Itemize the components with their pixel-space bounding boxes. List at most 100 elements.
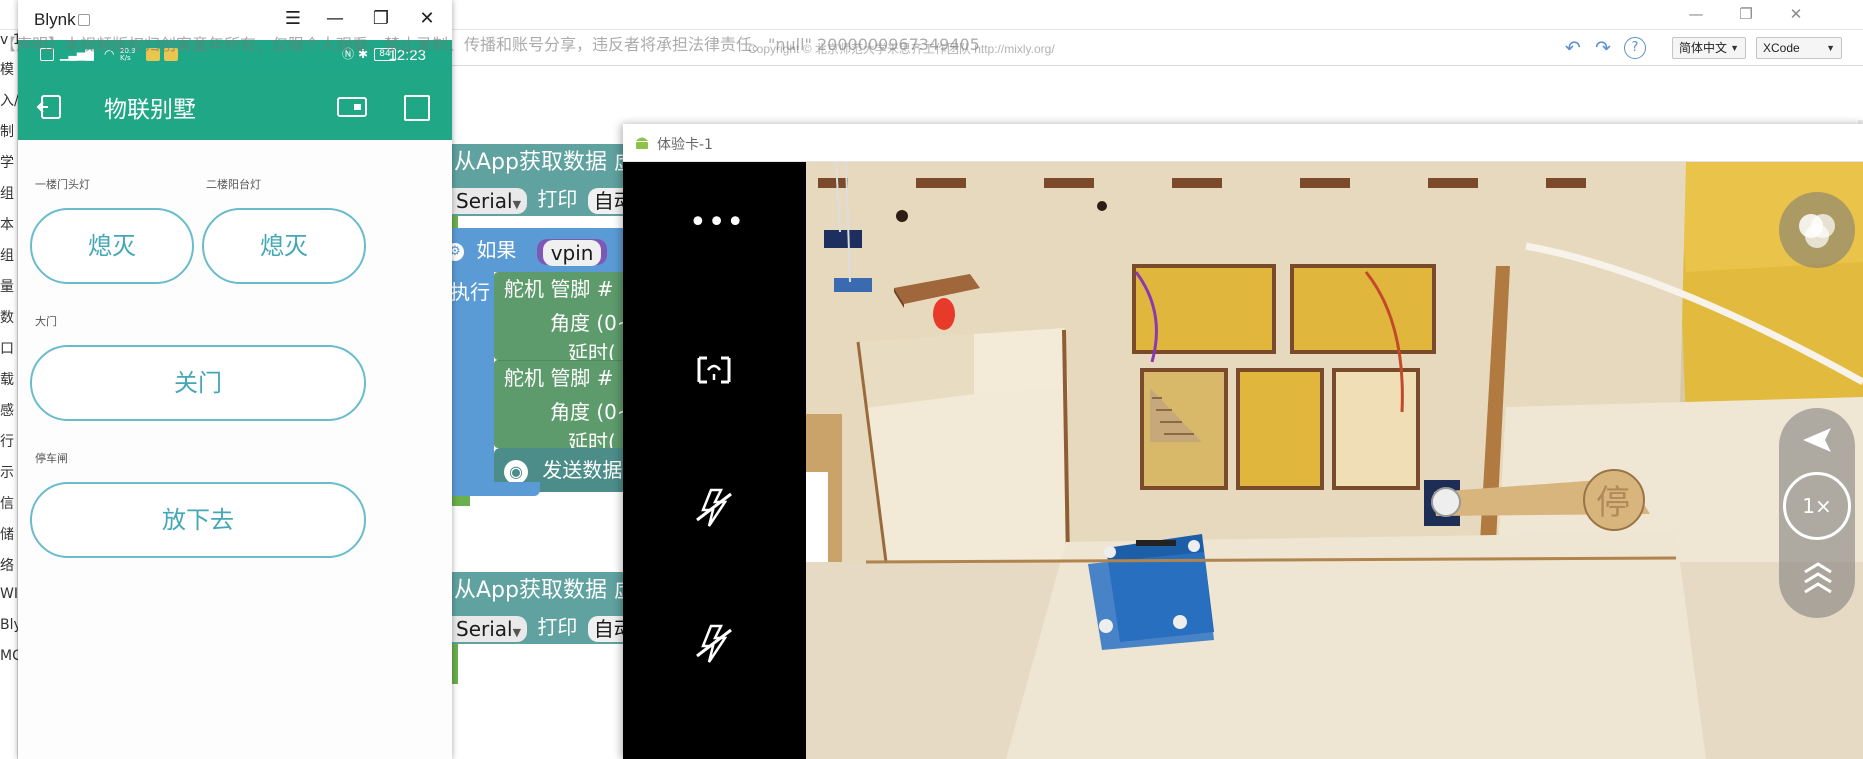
gate-button[interactable]: 关门 <box>30 345 366 421</box>
exit-icon[interactable] <box>36 93 64 121</box>
servo-block-2[interactable]: 舵机 管脚 # 角度 (0~ 延时( <box>494 360 630 448</box>
theme-select[interactable]: XCode ▼ <box>1756 37 1842 59</box>
camera-feed-image: 停 <box>806 162 1863 759</box>
stop-icon[interactable] <box>404 95 430 121</box>
if-block-bottom <box>450 482 540 496</box>
toolbox-category[interactable]: 本 <box>0 214 18 234</box>
vpin-label: vpin <box>542 240 602 266</box>
camera-preview: 停 1× <box>806 162 1863 759</box>
widget-label-gate: 大门 <box>35 315 57 328</box>
maximize-button[interactable]: ❐ <box>1736 4 1756 24</box>
desktop: — ❐ ✕ Copyright © 北京师范大学米思齐工作团队 http://m… <box>0 0 1863 759</box>
wireless-icon: ◉ <box>504 459 528 484</box>
toolbox-category[interactable]: 络 <box>0 555 18 575</box>
collapse-icon[interactable] <box>1801 558 1835 598</box>
toolbox-category[interactable]: 模 <box>0 59 18 79</box>
help-icon[interactable]: ? <box>1624 37 1646 59</box>
more-icon[interactable]: ••• <box>689 208 744 258</box>
flash-off-icon[interactable] <box>689 482 739 532</box>
window-icon <box>78 14 90 26</box>
zoom-button[interactable]: 1× <box>1783 472 1851 540</box>
if-label: 如果 <box>476 238 517 262</box>
toolbox-category[interactable]: 制 <box>0 121 18 141</box>
navigate-icon[interactable] <box>1799 422 1835 458</box>
close-button[interactable]: ✕ <box>414 6 440 32</box>
toolbox-category[interactable]: 组 <box>0 183 18 203</box>
serial-dropdown[interactable]: Serial▼ <box>450 187 528 214</box>
toolbox-category[interactable]: 量 <box>0 276 18 296</box>
chevron-down-icon: ▼ <box>1730 43 1739 53</box>
toolbox-category[interactable]: 行 <box>0 431 18 451</box>
language-select[interactable]: 简体中文 ▼ <box>1672 37 1746 59</box>
category-toolbox: v 1 模入/制学组本组量数口载感行示信储络 WI Bly MC <box>0 30 18 759</box>
widget-label-light2: 二楼阳台灯 <box>206 178 261 191</box>
toolbox-category[interactable]: 入/ <box>0 90 18 110</box>
light2-button[interactable]: 熄灭 <box>202 208 366 284</box>
phone-screen: ▁▃▅▇ ◠ 20.9 K/s Ⓝ ✱ 84 12:23 物联别墅 一楼门头灯 … <box>18 40 452 759</box>
barrier-sign-text: 停 <box>1596 483 1630 523</box>
block-stack-bottom <box>450 496 470 506</box>
barrier-button[interactable]: 放下去 <box>30 482 366 558</box>
menu-icon[interactable]: ☰ <box>280 6 306 32</box>
print-label: 打印 <box>537 187 578 211</box>
blynk-read-block-2[interactable]: 从App获取数据 虚拟 <box>450 572 630 610</box>
chevron-down-icon: ▼ <box>1826 43 1835 53</box>
float-menu-button[interactable] <box>1779 192 1855 268</box>
flash-auto-icon[interactable] <box>689 618 739 668</box>
watermark-text: 【声明】本视频版权归创客童年所有，仅限个人观看，禁止录制、传播和账号分享，违反者… <box>0 35 980 54</box>
camera-emulator-window: 体验卡-1 ••• 停 1× <box>623 124 1863 759</box>
toolbox-category[interactable]: 储 <box>0 524 18 544</box>
serial-dropdown-value: Serial <box>456 616 513 641</box>
exec-label: 执行 <box>450 280 490 304</box>
serial-print-block-2[interactable]: Serial▼ 打印 自动 <box>450 610 630 644</box>
servo-pin-label: 舵机 管脚 # <box>504 366 614 390</box>
gear-icon[interactable]: ⚙ <box>450 242 464 261</box>
toolbox-category[interactable]: 学 <box>0 152 18 172</box>
chevron-down-icon: ▼ <box>512 197 522 211</box>
vpin-block[interactable]: vpin <box>536 238 608 266</box>
blynk-window-title: Blynk <box>34 10 76 29</box>
app-header: 物联别墅 <box>18 70 452 140</box>
toolbox-category[interactable]: 组 <box>0 245 18 265</box>
toolbox-category[interactable]: WI <box>0 586 18 602</box>
project-title: 物联别墅 <box>104 97 196 123</box>
emulator-titlebar: 体验卡-1 <box>623 124 1863 162</box>
minimize-button[interactable]: — <box>322 6 348 32</box>
emulator-title: 体验卡-1 <box>657 137 713 153</box>
toolbox-category[interactable]: 信 <box>0 493 18 513</box>
blynk-window: Blynk ☰ — ❐ ✕ ▁▃▅▇ ◠ 20.9 K/s Ⓝ ✱ 84 12:… <box>18 0 452 759</box>
serial-print-block[interactable]: Serial▼ 打印 自动 <box>450 182 630 216</box>
toolbox-category[interactable]: 数 <box>0 307 18 327</box>
light1-button[interactable]: 熄灭 <box>30 208 194 284</box>
float-control-bar: 1× <box>1779 408 1855 618</box>
chevron-down-icon: ▼ <box>512 625 522 639</box>
blynk-read-block[interactable]: 从App获取数据 虚拟 <box>450 144 630 182</box>
widget-label-light1: 一楼门头灯 <box>35 178 90 191</box>
toolbox-category[interactable]: Bly <box>0 617 18 633</box>
toolbox-category[interactable]: 示 <box>0 462 18 482</box>
screen-rotate-icon[interactable] <box>689 344 739 394</box>
toolbox-category[interactable]: 载 <box>0 369 18 389</box>
servo-angle-label: 角度 (0~ <box>550 311 630 335</box>
serial-dropdown[interactable]: Serial▼ <box>450 615 528 642</box>
if-block[interactable]: ⚙ 如果 vpin <box>450 228 630 272</box>
redo-icon[interactable]: ↷ <box>1592 37 1614 59</box>
print-label: 打印 <box>537 615 578 639</box>
toolbox-category[interactable]: 口 <box>0 338 18 358</box>
device-icon[interactable] <box>336 95 370 119</box>
widget-label-barrier: 停车闸 <box>35 452 68 465</box>
toolbox-category[interactable]: MC <box>0 648 18 664</box>
language-select-value: 简体中文 <box>1679 41 1728 55</box>
servo-angle-label: 角度 (0~ <box>550 400 630 424</box>
serial-dropdown-value: Serial <box>456 188 513 213</box>
undo-icon[interactable]: ↶ <box>1562 37 1584 59</box>
toolbox-category[interactable]: 感 <box>0 400 18 420</box>
maximize-button[interactable]: ❐ <box>368 6 394 32</box>
minimize-button[interactable]: — <box>1686 4 1706 24</box>
color-filter-icon <box>1799 214 1835 248</box>
android-icon <box>636 137 648 149</box>
send-label: 发送数据 <box>542 458 623 482</box>
close-button[interactable]: ✕ <box>1786 4 1806 24</box>
servo-block-1[interactable]: 舵机 管脚 # 角度 (0~ 延时( <box>494 272 630 360</box>
theme-select-value: XCode <box>1763 41 1800 55</box>
